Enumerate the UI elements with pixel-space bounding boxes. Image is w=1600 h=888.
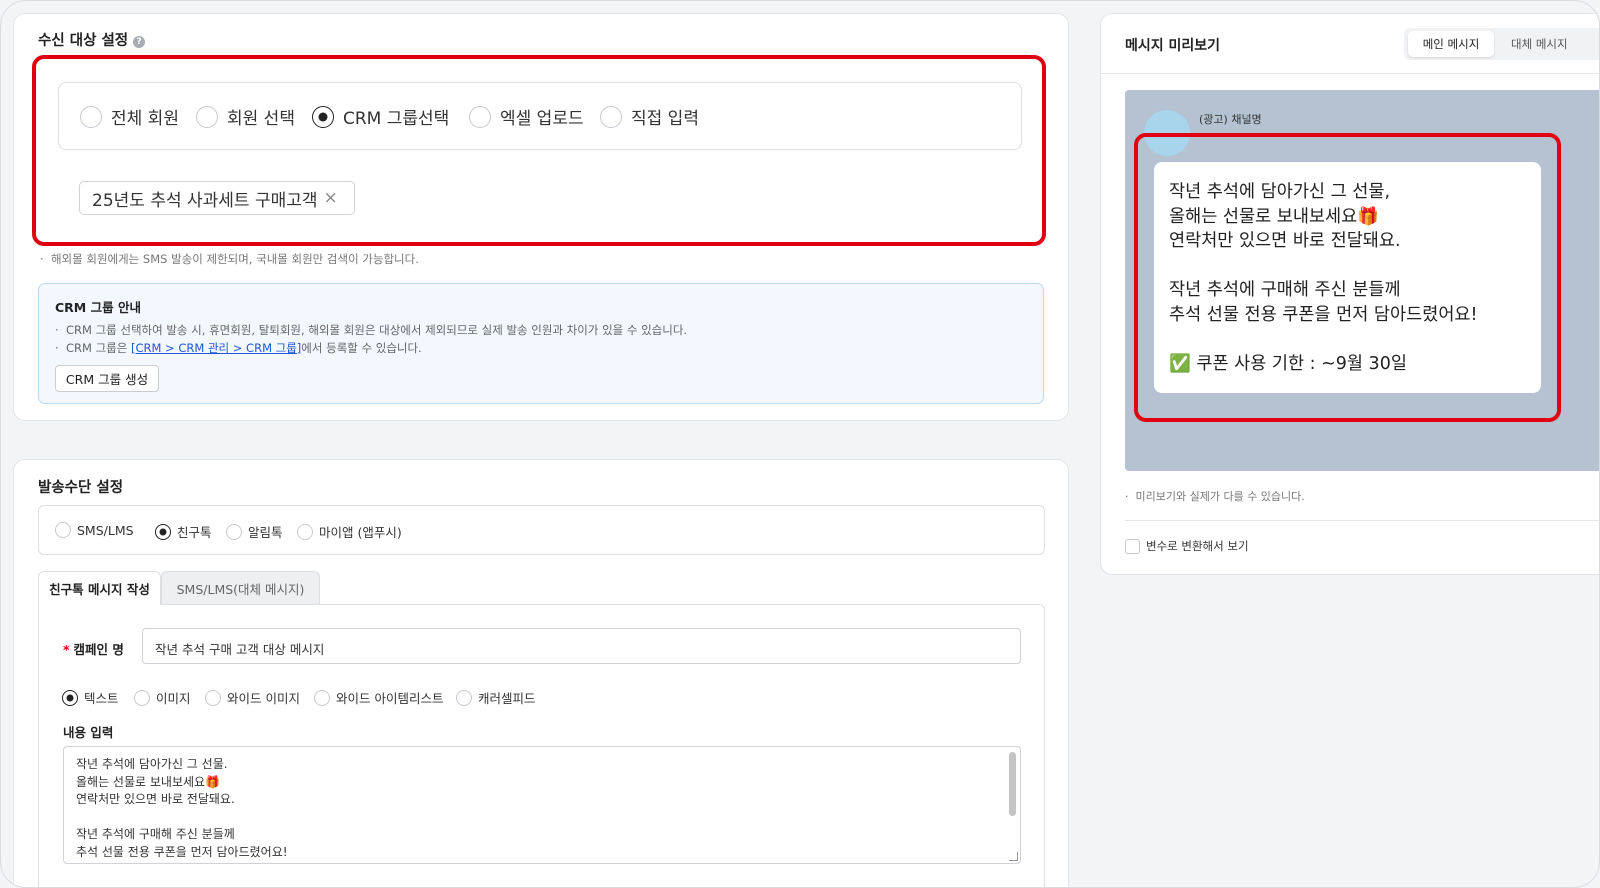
crm-group-link[interactable]: [CRM > CRM 관리 > CRM 그룹] [131,341,301,355]
highlight-box-recipient [32,55,1046,246]
radio-friendtalk[interactable]: 친구톡 [155,522,212,541]
radio-circle[interactable] [226,523,242,540]
tab-sms-alternative[interactable]: SMS/LMS(대체 메시지) [161,571,320,604]
send-method-card: 발송수단 설정 SMS/LMS 친구톡 알림톡 마이앱 (앱푸시) 친구톡 메시… [13,459,1069,887]
content-line [76,809,1008,827]
radio-myapp-push[interactable]: 마이앱 (앱푸시) [297,522,402,541]
channel-name: (광고) 채널명 [1199,113,1262,126]
content-line: 작년 추석에 담아가신 그 선물. [76,757,228,771]
resize-handle-icon[interactable] [1009,852,1018,861]
required-mark: * [63,642,70,657]
radio-circle[interactable] [205,689,221,706]
content-textarea[interactable]: 작년 추석에 담아가신 그 선물. 올해는 선물로 보내보세요🎁 연락처만 있으… [63,746,1021,864]
radio-type-image[interactable]: 이미지 [134,688,191,707]
recipient-settings-title: 수신 대상 설정? [38,29,146,50]
radio-type-wide-itemlist[interactable]: 와이드 아이템리스트 [314,688,443,707]
preview-divider [1101,73,1599,74]
radio-alimtalk[interactable]: 알림톡 [226,522,283,541]
radio-circle[interactable] [456,689,472,706]
radio-type-carousel[interactable]: 캐러셀피드 [456,688,536,707]
campaign-name-input[interactable]: 작년 추석 구매 고객 대상 메시지 [142,628,1021,664]
content-input-label: 내용 입력 [63,725,114,740]
radio-type-wide-image[interactable]: 와이드 이미지 [205,688,300,707]
tab-friendtalk-compose[interactable]: 친구톡 메시지 작성 [38,571,161,605]
content-line: 올해는 선물로 보내보세요🎁 [76,774,221,789]
textarea-scrollbar[interactable] [1009,752,1016,816]
radio-circle[interactable] [134,689,150,706]
send-method-title: 발송수단 설정 [38,480,124,496]
highlight-box-preview [1134,133,1561,422]
preview-divider-2 [1125,520,1599,521]
overseas-note: · 해외몰 회원에게는 SMS 발송이 제한되며, 국내몰 회원만 검색이 가능… [40,252,419,266]
preview-title: 메시지 미리보기 [1125,38,1221,54]
crm-info-line1: · CRM 그룹 선택하여 발송 시, 휴면회원, 탈퇴회원, 해외몰 회원은 … [55,323,688,337]
radio-type-text[interactable]: 텍스트 [62,688,119,707]
radio-sms-lms[interactable]: SMS/LMS [55,522,134,538]
compose-panel: * 캠페인 명 작년 추석 구매 고객 대상 메시지 텍스트 이미지 와이드 이미… [38,604,1045,887]
radio-circle[interactable] [297,523,313,540]
variable-convert-checkbox[interactable]: 변수로 변환해서 보기 [1125,538,1249,554]
radio-circle[interactable] [55,522,71,538]
crm-group-create-button[interactable]: CRM 그룹 생성 [55,365,159,392]
radio-circle-selected[interactable] [155,523,171,540]
content-line: 추석 선물 전용 쿠폰을 먼저 담아드렸어요! [76,844,288,859]
content-line: 작년 추석에 구매해 주신 분들께 [76,827,235,841]
preview-note: · 미리보기와 실제가 다를 수 있습니다. [1125,490,1305,503]
app-frame: 수신 대상 설정? 전체 회원 회원 선택 CRM 그룹선택 엑셀 업로드 직접… [0,0,1600,888]
tab-alternative-message[interactable]: 대체 메시지 [1499,31,1599,57]
radio-circle-selected[interactable] [62,689,78,706]
tab-main-message[interactable]: 메인 메시지 [1408,31,1494,57]
campaign-name-label: * 캠페인 명 [63,642,124,657]
crm-info-title: CRM 그룹 안내 [55,300,141,315]
radio-circle[interactable] [314,689,330,706]
crm-info-box: CRM 그룹 안내 · CRM 그룹 선택하여 발송 시, 휴면회원, 탈퇴회원… [38,283,1044,404]
help-icon[interactable]: ? [133,36,146,48]
checkbox-box[interactable] [1125,538,1140,554]
crm-info-line2: · CRM 그룹은 [CRM > CRM 관리 > CRM 그룹]에서 등록할 … [55,341,422,355]
content-line: 연락처만 있으면 바로 전달돼요. [76,792,235,806]
